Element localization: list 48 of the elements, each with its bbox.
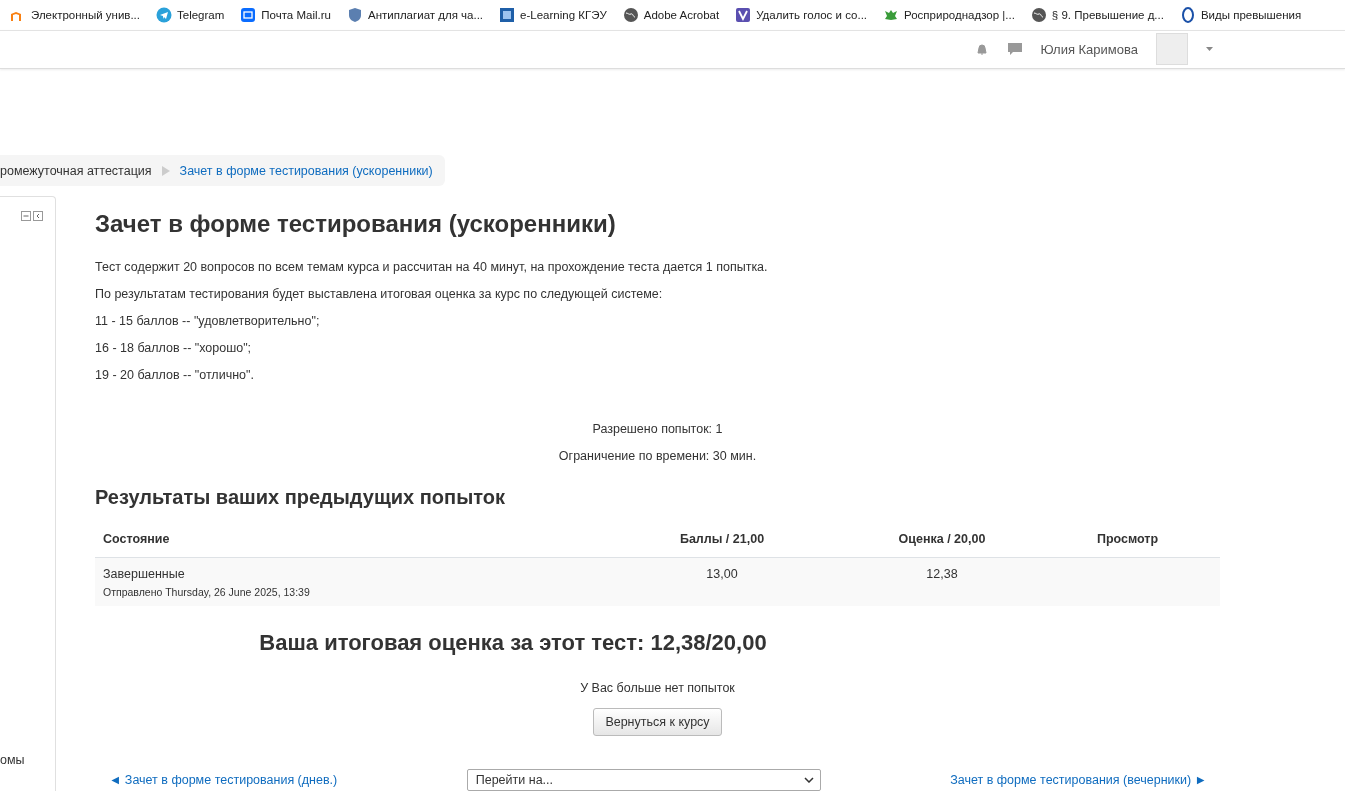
separator-icon xyxy=(161,165,170,176)
globe-icon xyxy=(1030,6,1047,23)
intro-paragraph: 19 - 20 баллов -- "отлично". xyxy=(95,368,255,382)
chat-icon[interactable] xyxy=(1006,42,1023,57)
page-title: Зачет в форме тестирования (ускоренники) xyxy=(95,210,617,238)
back-to-course-button[interactable]: Вернуться к курсу xyxy=(593,708,722,736)
next-activity-link[interactable]: Зачет в форме тестирования (вечерники) ► xyxy=(950,773,1207,787)
breadcrumb-link[interactable]: Зачет в форме тестирования (ускоренники) xyxy=(179,163,433,178)
bookmark-link[interactable]: § 9. Превышение д... xyxy=(1030,6,1164,23)
bookmark-link[interactable]: Виды превышения xyxy=(1179,6,1302,23)
mail-icon xyxy=(240,6,257,23)
bookmark-link[interactable]: Электронный унив... xyxy=(10,6,140,23)
attempts-note: У Вас больше нет попыток xyxy=(579,681,736,695)
user-name[interactable]: Юлия Каримова xyxy=(1040,41,1138,57)
quiz-info: Разрешено попыток: 1 xyxy=(591,422,724,436)
submitted-date: Отправлено Thursday, 26 June 2025, 13:39 xyxy=(103,586,311,598)
jump-to-select[interactable]: Перейти на... xyxy=(466,769,821,791)
v-logo-icon xyxy=(735,6,752,23)
quiz-info: Ограничение по времени: 30 мин. xyxy=(557,449,758,463)
bookmark-link[interactable]: Adobe Acrobat xyxy=(622,6,720,23)
dock-icon[interactable] xyxy=(33,211,43,221)
table-cell: 13,00 xyxy=(595,558,849,606)
globe-icon xyxy=(622,6,639,23)
intro-paragraph: 16 - 18 баллов -- "хорошо"; xyxy=(95,341,253,355)
telegram-icon xyxy=(156,6,172,23)
intro-paragraph: По результатам тестирования будет выставлена итоговая оценка за курс по следующей системе: xyxy=(95,287,664,301)
bookmark-link[interactable]: Росприроднадзор |... xyxy=(883,6,1015,23)
intro-paragraph: 11 - 15 баллов -- "удовлетворительно"; xyxy=(95,314,321,328)
bell-icon[interactable] xyxy=(974,42,989,57)
previous-activity-link[interactable]: ◄ Зачет в форме тестирования (днев.) xyxy=(109,773,338,787)
intro-paragraph: Тест содержит 20 вопросов по всем темам курса и рассчитан на 40 минут, на прохождение теста дается 1 попытка. xyxy=(95,260,769,274)
bookmark-link[interactable]: Telegram xyxy=(156,6,225,23)
square-logo-icon xyxy=(499,6,516,23)
chevron-down-icon xyxy=(803,777,814,783)
shield-icon xyxy=(346,6,363,23)
sidebar-text: омы xyxy=(0,753,26,767)
ring-icon xyxy=(1179,6,1196,23)
bookmark-link[interactable]: Почта Mail.ru xyxy=(240,6,331,23)
final-grade: Ваша итоговая оценка за этот тест: 12,38/20,00 xyxy=(258,630,768,656)
breadcrumb-item: ромежуточная аттестация xyxy=(0,163,152,178)
collapse-icon[interactable] xyxy=(21,211,31,221)
table-cell: 12,38 xyxy=(849,558,1035,606)
bookmark-link[interactable]: Удалить голос и со... xyxy=(735,6,868,23)
bookmark-link[interactable]: Антиплагиат для ча... xyxy=(346,6,484,23)
attempt-state: Завершенные xyxy=(103,567,185,581)
bookmark-link[interactable]: e-Learning КГЭУ xyxy=(499,6,607,23)
caret-icon[interactable] xyxy=(1206,47,1213,52)
section-heading: Результаты ваших предыдущих попыток xyxy=(95,486,506,509)
